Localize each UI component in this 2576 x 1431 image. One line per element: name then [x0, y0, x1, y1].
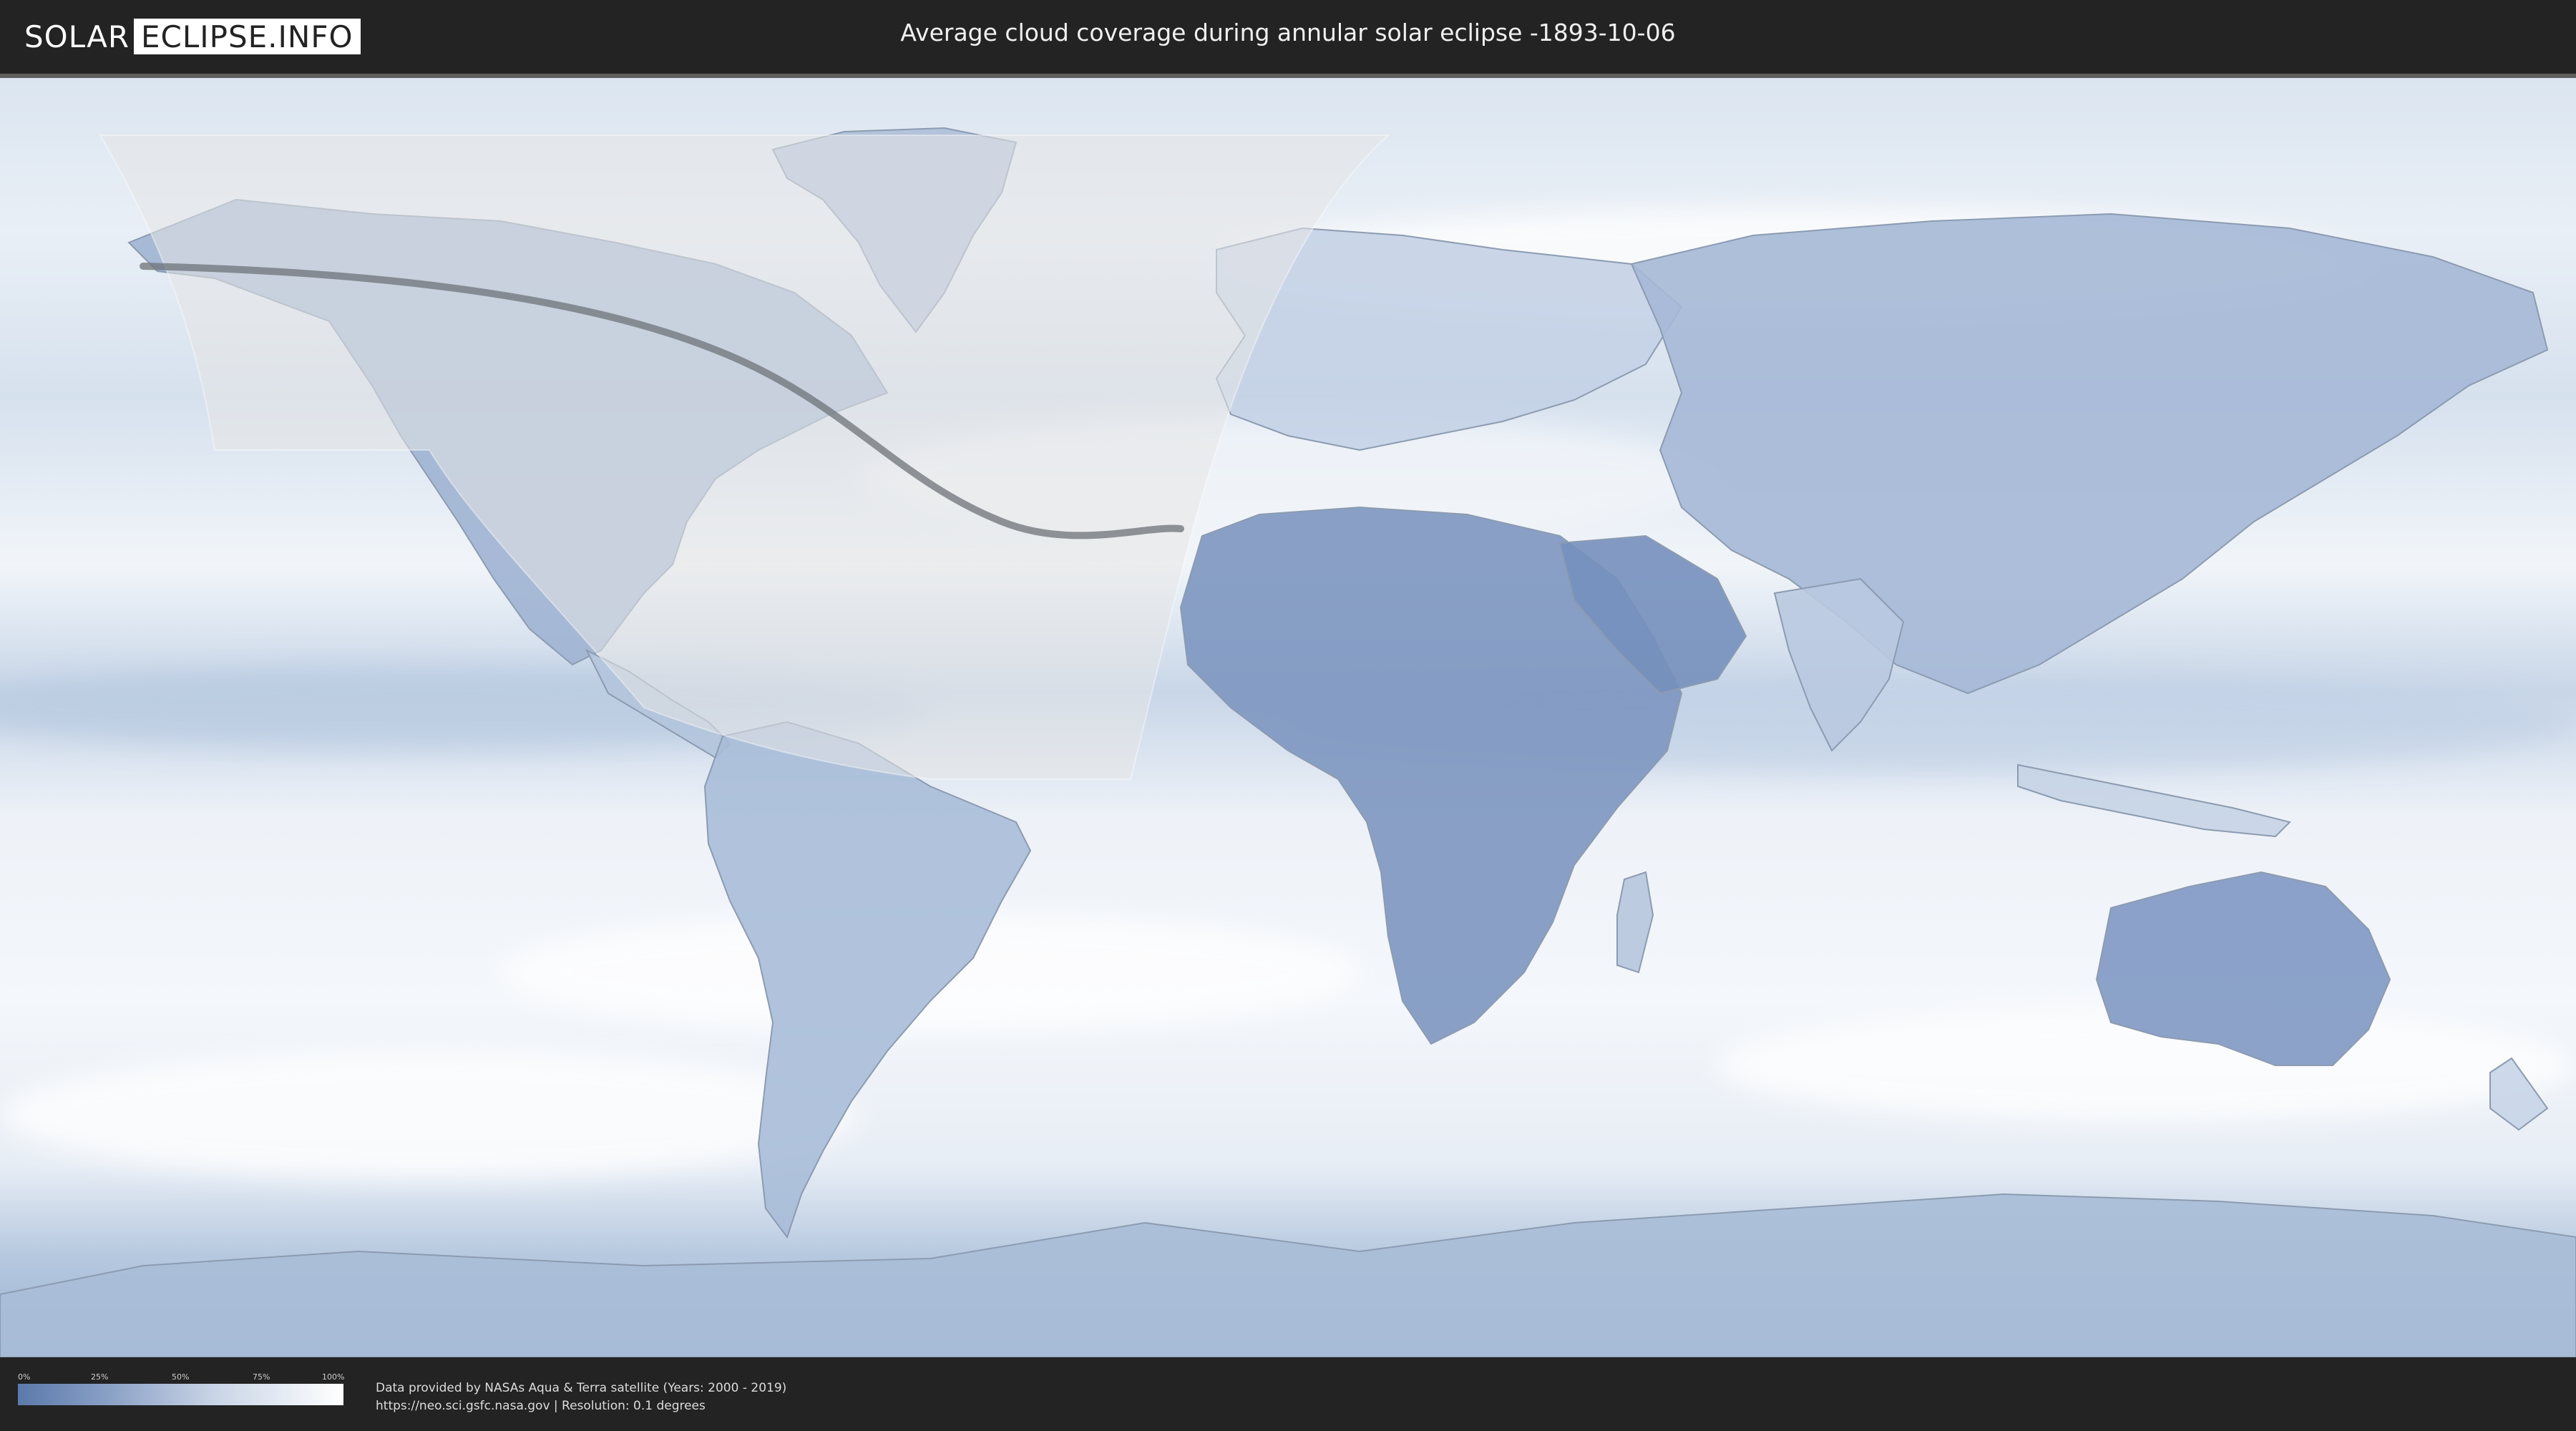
- header-bar: SOLAR ECLIPSE.INFO Average cloud coverag…: [0, 0, 2576, 73]
- legend-tick-0: 0%: [18, 1372, 31, 1382]
- cloud-coverage-legend: 0% 25% 50% 75% 100%: [18, 1372, 345, 1405]
- map-title: Average cloud coverage during annular so…: [900, 19, 1676, 47]
- data-source-credit: Data provided by NASAs Aqua & Terra sate…: [376, 1379, 786, 1415]
- source-line-1: Data provided by NASAs Aqua & Terra sate…: [376, 1381, 787, 1395]
- legend-tick-75: 75%: [253, 1372, 270, 1382]
- legend-tick-50: 50%: [172, 1372, 190, 1382]
- footer-bar: 0% 25% 50% 75% 100% Data provided by NAS…: [0, 1358, 2576, 1431]
- map-frame: [0, 74, 2576, 1357]
- source-line-2: https://neo.sci.gsfc.nasa.gov | Resoluti…: [376, 1399, 706, 1413]
- legend-tick-25: 25%: [91, 1372, 109, 1382]
- legend-color-bar: [18, 1384, 343, 1405]
- legend-tick-100: 100%: [322, 1372, 345, 1382]
- cloud-coverage-map: [0, 78, 2576, 1357]
- legend-ticks: 0% 25% 50% 75% 100%: [18, 1372, 345, 1384]
